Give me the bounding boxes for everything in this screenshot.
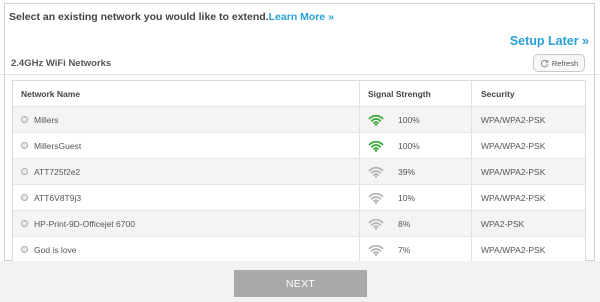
radio-icon[interactable]	[21, 194, 28, 201]
refresh-label: Refresh	[551, 58, 579, 68]
radio-icon[interactable]	[21, 142, 28, 149]
section-divider	[0, 74, 600, 75]
signal-cell: 8%	[359, 211, 471, 236]
next-button[interactable]: NEXT	[234, 270, 367, 297]
network-name-cell: MillersGuest	[13, 133, 359, 158]
radio-icon[interactable]	[21, 116, 28, 123]
signal-percent: 100%	[398, 140, 420, 151]
signal-cell: 100%	[359, 107, 471, 132]
refresh-icon	[540, 59, 549, 67]
signal-percent: 39%	[398, 166, 416, 177]
security-cell: WPA/WPA2-PSK	[471, 159, 585, 184]
learn-more-link[interactable]: Learn More »	[269, 11, 334, 23]
network-name: Millers	[34, 114, 59, 125]
network-name-cell: Millers	[13, 107, 359, 132]
table-header: Network Name Signal Strength Security	[13, 81, 585, 106]
network-name: God is love	[34, 244, 77, 255]
network-name: MillersGuest	[34, 140, 82, 151]
wifi-signal-icon	[368, 192, 384, 204]
radio-icon[interactable]	[21, 220, 28, 227]
network-name: ATT6V8T9j3	[34, 192, 82, 203]
section-title: 2.4GHz WiFi Networks	[11, 58, 112, 69]
network-name-cell: HP-Print-9D-Officejet 6700	[13, 211, 359, 236]
network-name: ATT725f2e2	[34, 166, 81, 177]
network-name-cell: ATT725f2e2	[13, 159, 359, 184]
column-header-security: Security	[471, 81, 585, 106]
wifi-signal-icon	[368, 244, 384, 256]
table-row[interactable]: HP-Print-9D-Officejet 6700 8% WPA2-PSK	[13, 210, 585, 236]
security-cell: WPA/WPA2-PSK	[471, 237, 585, 262]
network-name-cell: ATT6V8T9j3	[13, 185, 359, 210]
signal-cell: 7%	[359, 237, 471, 262]
table-row[interactable]: MillersGuest 100% WPA/WPA2-PSK	[13, 132, 585, 158]
wifi-signal-icon	[368, 166, 384, 178]
network-name: HP-Print-9D-Officejet 6700	[34, 218, 135, 229]
security-cell: WPA/WPA2-PSK	[471, 107, 585, 132]
radio-icon[interactable]	[21, 168, 28, 175]
signal-percent: 100%	[398, 114, 420, 125]
signal-cell: 39%	[359, 159, 471, 184]
wifi-signal-icon	[368, 218, 384, 230]
refresh-button[interactable]: Refresh	[533, 54, 585, 72]
column-header-signal-strength: Signal Strength	[359, 81, 471, 106]
radio-icon[interactable]	[21, 246, 28, 253]
network-name-cell: God is love	[13, 237, 359, 262]
signal-cell: 10%	[359, 185, 471, 210]
wifi-signal-icon	[368, 140, 384, 152]
setup-later-link[interactable]: Setup Later »	[510, 34, 589, 48]
column-header-network-name: Network Name	[21, 88, 81, 99]
instruction-text: Select an existing network you would lik…	[9, 11, 334, 23]
instruction-label: Select an existing network you would lik…	[9, 11, 269, 23]
table-row[interactable]: ATT725f2e2 39% WPA/WPA2-PSK	[13, 158, 585, 184]
wifi-signal-icon	[368, 114, 384, 126]
security-cell: WPA2-PSK	[471, 211, 585, 236]
security-cell: WPA/WPA2-PSK	[471, 185, 585, 210]
security-cell: WPA/WPA2-PSK	[471, 133, 585, 158]
table-row[interactable]: ATT6V8T9j3 10% WPA/WPA2-PSK	[13, 184, 585, 210]
table-body: Millers 100% WPA/WPA2-PSK MillersGuest 100% W…	[13, 106, 585, 262]
table-row[interactable]: Millers 100% WPA/WPA2-PSK	[13, 106, 585, 132]
table-row[interactable]: God is love 7% WPA/WPA2-PSK	[13, 236, 585, 262]
signal-cell: 100%	[359, 133, 471, 158]
signal-percent: 10%	[398, 192, 416, 203]
networks-table: Network Name Signal Strength Security Mi…	[12, 80, 586, 263]
signal-percent: 7%	[398, 244, 411, 255]
signal-percent: 8%	[398, 218, 411, 229]
